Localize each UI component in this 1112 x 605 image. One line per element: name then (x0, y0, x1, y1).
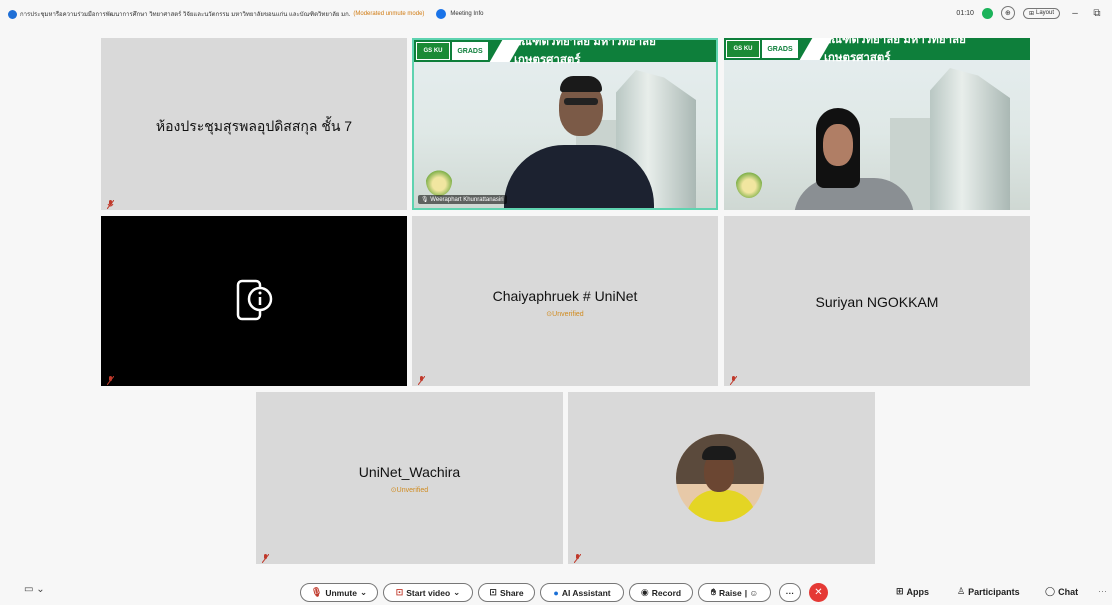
participant-tile-video-1[interactable]: GS KU GRADS บัณฑิตวิทยาลัย มหาวิทยาลัยเก… (412, 38, 718, 210)
unverified-badge: ⊙Unverified (546, 311, 584, 318)
more-options-button[interactable]: ··· (779, 583, 801, 602)
ai-assistant-button[interactable]: ● AI Assistant (540, 583, 624, 602)
grads-logo: GRADS (452, 42, 488, 60)
participant-tile-suriyan[interactable]: Suriyan NGOKKAM (724, 216, 1030, 386)
participant-name: ห้องประชุมสุรพลอุปดิสสกุล ชั้น 7 (155, 118, 353, 134)
participant-tile-screen[interactable] (101, 216, 407, 386)
video-off-icon: ⊡ (395, 587, 404, 597)
start-video-button[interactable]: ⊡ Start video ⌄ (383, 583, 473, 602)
university-seal-icon (736, 168, 762, 198)
meeting-timer: 01:10 (956, 9, 974, 17)
gs-logo: GS KU (726, 40, 760, 58)
participant-name: Suriyan NGOKKAM (815, 294, 939, 310)
muted-mic-icon: 🎙︎ (310, 587, 323, 597)
participant-tile-wachira[interactable]: UniNet_Wachira ⊙Unverified (256, 392, 563, 564)
participant-name: Chaiyaphruek # UniNet (492, 288, 638, 304)
banner-logos: GS KU GRADS (416, 42, 488, 60)
info-icon[interactable] (436, 9, 447, 19)
hand-icon: ✋︎ (710, 587, 717, 597)
connection-status-icon[interactable] (981, 7, 993, 19)
participant-name: UniNet_Wachira (358, 464, 461, 480)
share-button[interactable]: ⊡ Share (478, 583, 535, 602)
restore-icon[interactable]: ⧉ (1090, 8, 1104, 19)
more-icon: ··· (785, 587, 795, 598)
participant-name-label: 🎙︎ Weeraphart Khunrattanasiri (418, 195, 507, 204)
leave-meeting-button[interactable]: ✕ (809, 583, 828, 602)
muted-mic-icon (573, 550, 582, 564)
grads-logo: GRADS (762, 40, 798, 58)
participant-hair (560, 76, 602, 92)
participant-tile-room[interactable]: ห้องประชุมสุรพลอุปดิสสกุล ชั้น 7 (101, 38, 407, 210)
chat-button[interactable]: ◯ Chat (1045, 586, 1078, 597)
banner-logos: GS KU GRADS (726, 40, 798, 58)
muted-mic-icon (417, 372, 426, 386)
banner-text: บัณฑิตวิทยาลัย มหาวิทยาลัยเกษตรศาสตร์ (514, 38, 656, 66)
participant-glasses (564, 98, 598, 105)
muted-mic-icon (106, 196, 115, 210)
share-icon: ⊡ (489, 587, 497, 597)
unmute-button[interactable]: 🎙︎ Unmute ⌄ (300, 583, 378, 602)
record-button[interactable]: ◉ Record (629, 583, 693, 602)
meeting-info-link[interactable]: Meeting Info (450, 11, 483, 17)
raise-hand-button[interactable]: ✋︎ Raise | ☺ (698, 583, 771, 602)
gs-logo: GS KU (416, 42, 450, 60)
title-bar: การประชุมหารือความร่วมมือการพัฒนาการศึกษ… (0, 0, 1112, 28)
avatar (676, 434, 764, 522)
device-info-icon (236, 279, 273, 321)
meeting-icon (8, 9, 17, 19)
university-seal-icon (426, 166, 452, 196)
chat-icon: ◯ (1045, 586, 1056, 596)
chevron-down-icon: ⌄ (359, 587, 368, 597)
zoom-icon[interactable]: ⊕ (1000, 6, 1015, 20)
participants-icon: ♙ (957, 586, 966, 596)
participant-tile-avatar[interactable] (568, 392, 875, 564)
banner-text: บัณฑิตวิทยาลัย มหาวิทยาลัยเกษตรศาสตร์ (824, 38, 966, 64)
participants-button[interactable]: ♙ Participants (957, 586, 1020, 597)
chevron-down-icon: ⌄ (453, 587, 461, 597)
meeting-title: การประชุมหารือความร่วมมือการพัฒนาการศึกษ… (20, 12, 351, 18)
overflow-icon[interactable]: ··· (1098, 586, 1107, 596)
reaction-icon: | ☺ (744, 587, 759, 598)
muted-mic-icon: 🎙︎ (421, 197, 431, 203)
grid-icon: ⊞ (1028, 10, 1034, 17)
participant-tile-video-2[interactable]: GS KU GRADS บัณฑิตวิทยาลัย มหาวิทยาลัยเก… (724, 38, 1030, 210)
unverified-badge: ⊙Unverified (390, 487, 429, 494)
layout-button[interactable]: ⊞ Layout (1022, 7, 1060, 19)
apps-button[interactable]: ⊞ Apps (896, 586, 929, 597)
apps-icon: ⊞ (896, 586, 904, 596)
muted-mic-icon (261, 550, 270, 564)
participant-face (823, 124, 853, 166)
video-banner: GS KU GRADS บัณฑิตวิทยาลัย มหาวิทยาลัยเก… (414, 40, 716, 66)
meeting-toolbar: ▭ ⌄ 🎙︎ Unmute ⌄ ⊡ Start video ⌄ ⊡ Share … (0, 580, 1112, 605)
record-icon: ◉ (640, 587, 649, 597)
title-bar-right: 01:10 ⊕ ⊞ Layout – ⧉ (956, 6, 1104, 20)
ai-assistant-icon: ● (553, 587, 559, 598)
captions-icon[interactable]: ▭ ⌄ (24, 584, 45, 595)
minimize-icon[interactable]: – (1068, 8, 1082, 19)
muted-mic-icon (729, 372, 738, 386)
participant-tile-chaiyaphruek[interactable]: Chaiyaphruek # UniNet ⊙Unverified (412, 216, 718, 386)
moderated-mode-label: (Moderated unmute mode) (353, 11, 425, 17)
video-banner: GS KU GRADS บัณฑิตวิทยาลัย มหาวิทยาลัยเก… (724, 38, 1030, 64)
muted-mic-icon (106, 372, 115, 386)
close-icon: ✕ (814, 587, 823, 598)
